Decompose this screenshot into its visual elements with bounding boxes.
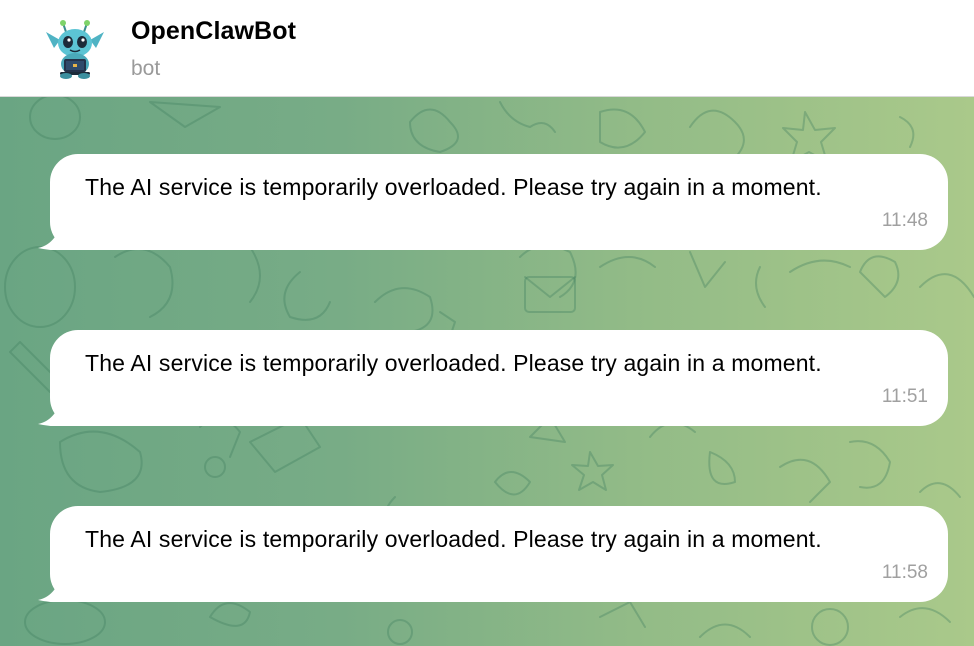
message-time: 11:48 xyxy=(881,210,928,231)
bot-avatar-icon[interactable] xyxy=(44,18,106,80)
message-text: The AI service is temporarily overloaded… xyxy=(85,350,822,376)
bubble-body: The AI service is temporarily overloaded… xyxy=(50,506,948,602)
message-bubble[interactable]: The AI service is temporarily overloaded… xyxy=(38,506,948,602)
message-bubble[interactable]: The AI service is temporarily overloaded… xyxy=(38,154,948,250)
chat-title[interactable]: OpenClawBot xyxy=(131,17,296,46)
chat-status: bot xyxy=(131,57,161,80)
message-bubble[interactable]: The AI service is temporarily overloaded… xyxy=(38,330,948,426)
message-time: 11:58 xyxy=(881,562,928,583)
message-time: 11:51 xyxy=(881,386,928,407)
message-text: The AI service is temporarily overloaded… xyxy=(85,526,822,552)
message-text: The AI service is temporarily overloaded… xyxy=(85,174,822,200)
chat-header: OpenClawBot bot xyxy=(0,0,974,97)
bubble-body: The AI service is temporarily overloaded… xyxy=(50,154,948,250)
bubble-body: The AI service is temporarily overloaded… xyxy=(50,330,948,426)
chat-message-area[interactable]: The AI service is temporarily overloaded… xyxy=(0,97,974,646)
